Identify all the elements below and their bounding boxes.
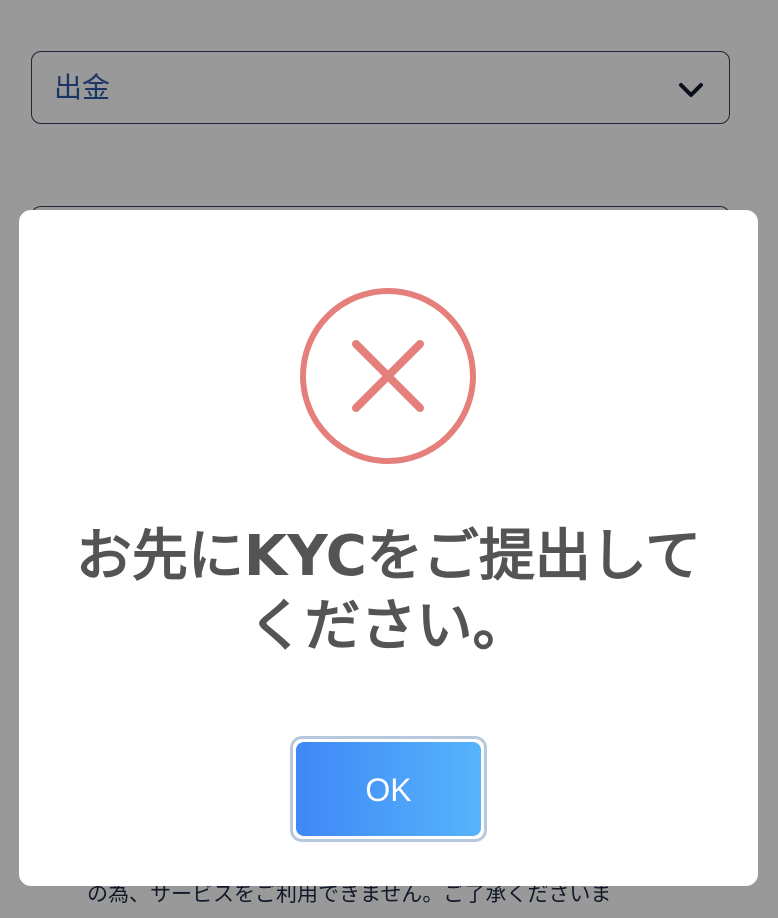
dialog-message: お先にKYCをご提出してください。 <box>75 524 702 659</box>
error-x-icon <box>300 288 476 464</box>
ok-button[interactable]: OK <box>296 742 481 836</box>
kyc-alert-dialog: お先にKYCをご提出してください。 OK <box>19 210 758 886</box>
